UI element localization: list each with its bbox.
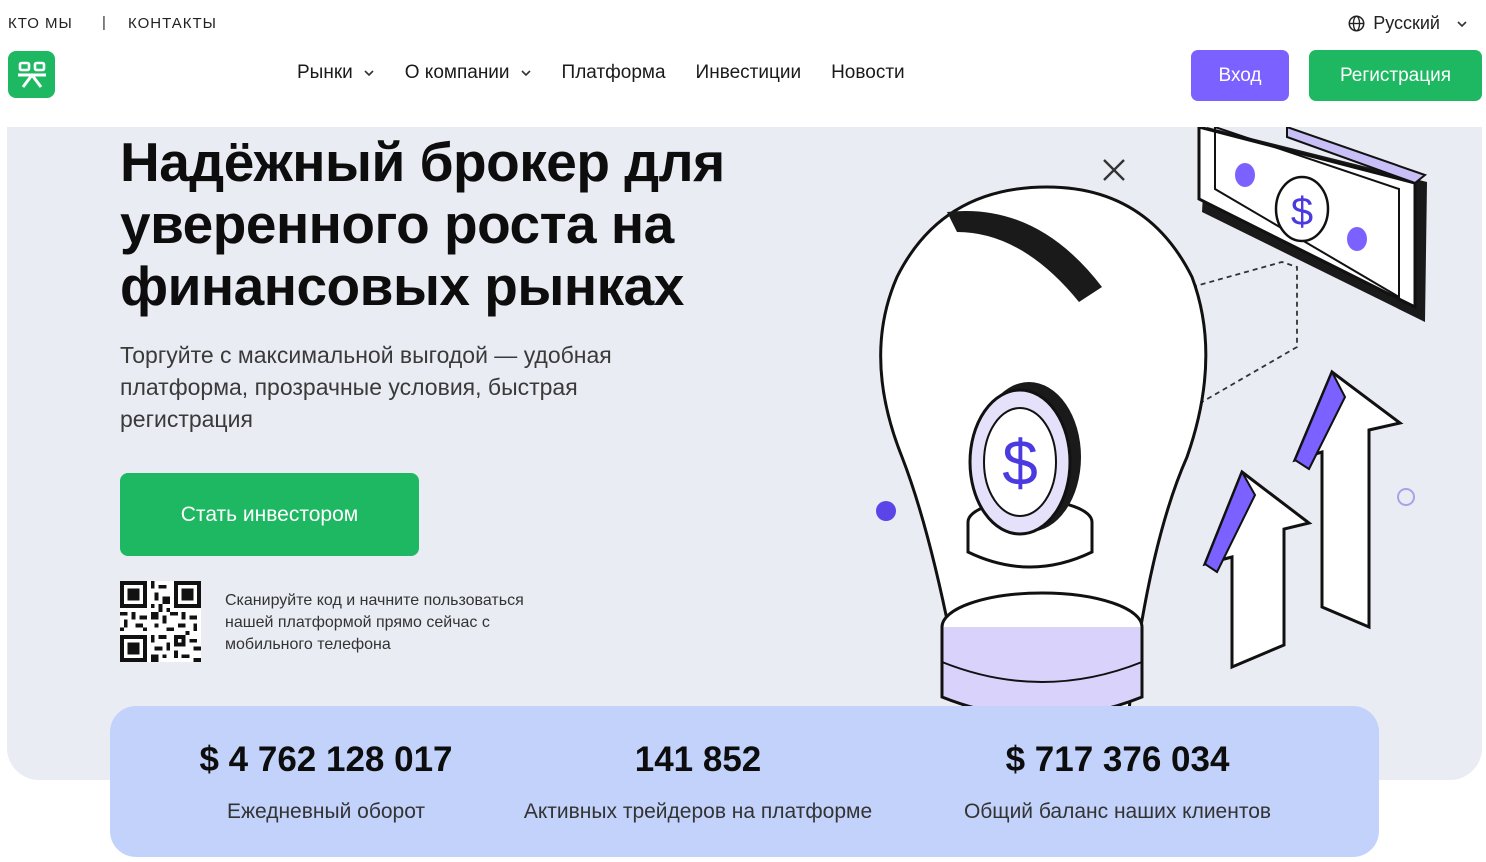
hero-subtitle-line: Торгуйте с максимальной выгодой — удобна…: [120, 342, 612, 368]
nav-platform-label: Платформа: [561, 62, 666, 83]
become-investor-button[interactable]: Стать инвестором: [120, 473, 419, 556]
main-nav: Рынки О компании Платформа Инвестиции Но…: [297, 62, 935, 84]
stat-value: $ 4 762 128 017: [199, 740, 453, 779]
nav-company-label: О компании: [404, 62, 510, 83]
stat-value: $ 717 376 034: [1005, 740, 1230, 779]
brand-logo[interactable]: [8, 51, 55, 98]
register-button[interactable]: Регистрация: [1309, 50, 1482, 101]
svg-text:$: $: [1291, 190, 1313, 234]
top-separator: |: [102, 14, 106, 31]
nav-investments-label: Инвестиции: [695, 62, 802, 83]
chevron-down-icon: [520, 70, 531, 77]
nav-company[interactable]: О компании: [405, 62, 532, 84]
nav-platform[interactable]: Платформа: [562, 62, 666, 84]
arrow-up-icon: [1292, 369, 1404, 630]
stat-active-traders: 141 852 Активных трейдеров на платформе: [498, 706, 898, 824]
nav-news-label: Новости: [831, 62, 905, 83]
svg-text:$: $: [1002, 427, 1038, 499]
banknote-icon: $: [1197, 127, 1428, 322]
brand-logo-icon: [17, 61, 46, 88]
language-selector[interactable]: Русский: [1348, 13, 1468, 34]
nav-markets[interactable]: Рынки: [297, 62, 375, 84]
qr-code-icon: [120, 581, 201, 662]
stat-daily-turnover: $ 4 762 128 017 Ежедневный оборот: [110, 706, 542, 824]
hero-title-line: уверенного роста на: [120, 193, 674, 255]
stat-value: 141 852: [634, 740, 762, 779]
qr-description-line: Сканируйте код и начните пользоваться: [225, 592, 524, 609]
stat-client-balance: $ 717 376 034 Общий баланс наших клиенто…: [930, 706, 1305, 824]
qr-description-line: мобильного телефона: [225, 636, 391, 653]
hero-title-line: финансовых рынках: [120, 255, 684, 317]
hero-subtitle-line: регистрация: [120, 406, 253, 432]
close-icon: [1103, 159, 1125, 181]
contacts-link[interactable]: КОНТАКТЫ: [128, 15, 217, 32]
stat-label: Активных трейдеров на платформе: [523, 800, 873, 823]
chevron-down-icon: [1457, 20, 1467, 27]
hero-title: Надёжный брокер для уверенного роста на …: [120, 131, 820, 317]
stat-label: Общий баланс наших клиентов: [963, 800, 1272, 823]
hero-section: Надёжный брокер для уверенного роста на …: [7, 127, 1482, 780]
login-button[interactable]: Вход: [1191, 50, 1289, 101]
hero-illustration: $ $: [876, 127, 1428, 780]
stats-panel: $ 4 762 128 017 Ежедневный оборот 141 85…: [110, 706, 1379, 857]
hero-subtitle: Торгуйте с максимальной выгодой — удобна…: [120, 339, 700, 435]
piggy-bank-bulb-icon: $: [879, 185, 1208, 780]
hero-subtitle-line: платформа, прозрачные условия, быстрая: [120, 374, 578, 400]
globe-icon: [1348, 15, 1365, 32]
stat-label: Ежедневный оборот: [226, 800, 426, 823]
qr-description-line: нашей платформой прямо сейчас с: [225, 614, 490, 631]
chevron-down-icon: [364, 70, 374, 77]
top-bar: КТО МЫ | КОНТАКТЫ Русский: [0, 0, 1486, 48]
nav-investments[interactable]: Инвестиции: [696, 62, 802, 84]
language-label: Русский: [1373, 13, 1440, 33]
qr-description: Сканируйте код и начните пользоваться на…: [225, 590, 585, 656]
about-link[interactable]: КТО МЫ: [8, 15, 73, 32]
nav-markets-label: Рынки: [297, 62, 353, 83]
nav-news[interactable]: Новости: [831, 62, 905, 84]
hero-title-line: Надёжный брокер для: [120, 131, 725, 193]
arrow-up-icon: [1202, 469, 1313, 670]
